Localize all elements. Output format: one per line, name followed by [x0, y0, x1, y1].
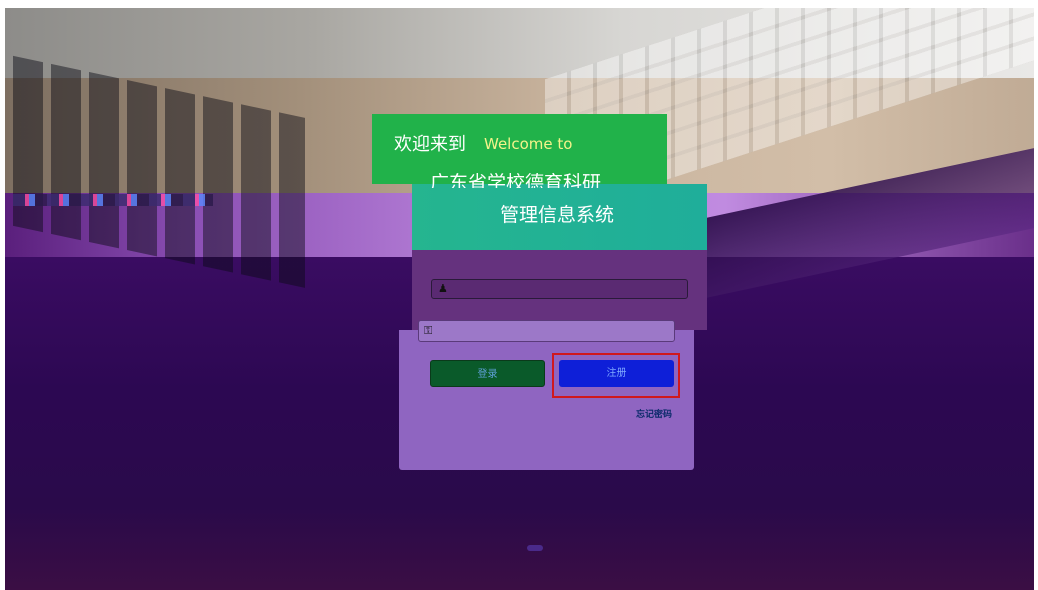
key-icon: ⚿	[424, 324, 433, 337]
glitch-artifact	[13, 194, 213, 206]
welcome-text-en: Welcome to	[484, 135, 573, 153]
background-dot	[527, 545, 543, 551]
system-title-line2: 管理信息系统	[500, 204, 615, 226]
system-title-line1: 广东省学校德育科研	[430, 172, 602, 188]
register-button[interactable]: 注册	[559, 360, 674, 387]
login-form-panel-lower	[399, 330, 694, 470]
forgot-password-link[interactable]: 忘记密码	[636, 407, 672, 420]
login-button[interactable]: 登录	[430, 360, 545, 387]
user-icon: ♟	[438, 282, 448, 295]
welcome-text: 欢迎来到	[394, 134, 466, 155]
password-input[interactable]: ⚿	[418, 320, 675, 342]
username-input[interactable]: ♟	[431, 279, 688, 299]
